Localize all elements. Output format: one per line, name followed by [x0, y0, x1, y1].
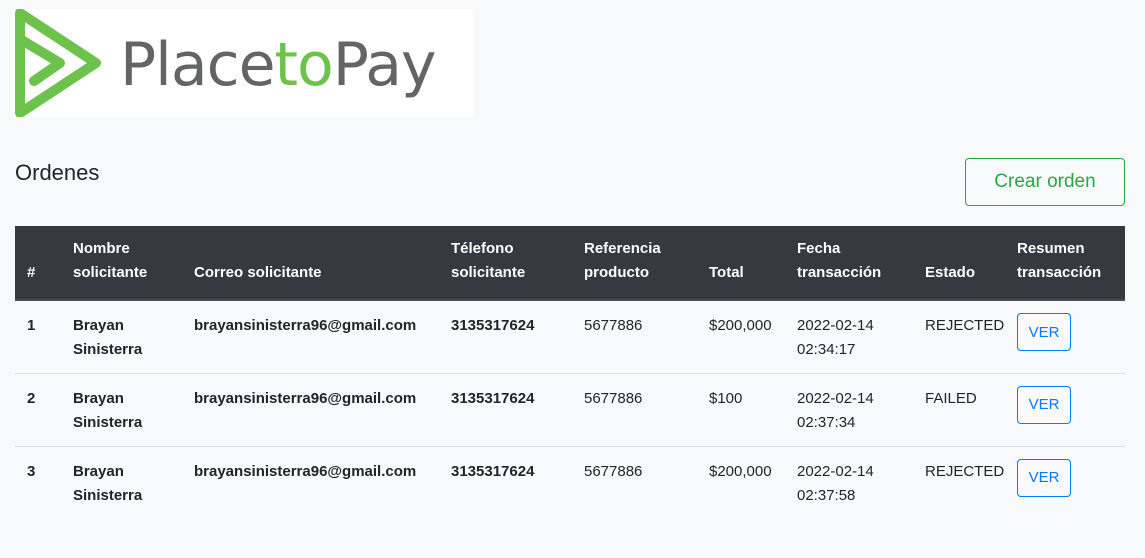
row-name: Brayan Sinisterra [73, 372, 194, 446]
row-action-cell: VER [1017, 445, 1125, 519]
header-reference: Referencia producto [584, 226, 709, 301]
header-total: Total [709, 226, 797, 301]
header-phone: Télefono solicitante [451, 226, 584, 301]
row-email: brayansinisterra96@gmail.com [194, 445, 451, 519]
table-body: 1 Brayan Sinisterra brayansinisterra96@gm… [15, 300, 1125, 519]
row-state: REJECTED [925, 445, 1017, 519]
row-date: 2022-02-14 02:37:34 [797, 372, 925, 446]
placetopay-logo: PlacetoPay [12, 9, 474, 117]
play-triangle-icon [15, 9, 101, 117]
row-date: 2022-02-14 02:34:17 [797, 317, 874, 358]
row-reference: 5677886 [584, 445, 709, 519]
row-phone: 3135317624 [451, 445, 584, 519]
header-name: Nombre solicitante [73, 226, 194, 301]
row-number: 2 [15, 372, 73, 446]
row-total: $200,000 [709, 317, 772, 334]
row-total: $200,000 [709, 445, 797, 519]
brand-place: Place [120, 30, 276, 100]
table-row: 3 Brayan Sinisterra brayansinisterra96@gm… [15, 445, 1125, 519]
row-phone: 3135317624 [451, 372, 584, 446]
row-state: FAILED [925, 372, 1017, 446]
header-summary: Resumen transacción [1017, 226, 1125, 301]
header-date: Fecha transacción [797, 226, 925, 301]
table-header: # Nombre solicitante Correo solicitante T… [15, 226, 1125, 301]
brand-wordmark: PlacetoPay [120, 35, 437, 95]
ver-button[interactable]: VER [1017, 313, 1071, 351]
row-number: 3 [15, 445, 73, 519]
header-state: Estado [925, 226, 1017, 301]
ver-button[interactable]: VER [1017, 385, 1071, 424]
orders-table: # Nombre solicitante Correo solicitante T… [15, 226, 1125, 519]
table-row: 2 Brayan Sinisterra brayansinisterra96@gm… [15, 372, 1125, 446]
row-email: brayansinisterra96@gmail.com [194, 317, 417, 334]
row-reference: 5677886 [584, 372, 709, 446]
table-row: 1 Brayan Sinisterra brayansinisterra96@gm… [15, 300, 1125, 373]
row-action-cell: VER [1017, 300, 1125, 373]
row-date: 2022-02-14 02:37:58 [797, 445, 925, 519]
page-title: Ordenes [15, 160, 100, 185]
row-number: 1 [27, 317, 36, 334]
ver-button[interactable]: VER [1017, 458, 1071, 497]
row-name: Brayan Sinisterra [73, 317, 143, 358]
row-reference: 5677886 [584, 317, 643, 334]
row-action-cell: VER [1017, 372, 1125, 446]
row-email: brayansinisterra96@gmail.com [194, 372, 451, 446]
header-row: # Nombre solicitante Correo solicitante T… [15, 226, 1125, 301]
header-number: # [15, 226, 73, 301]
header-email: Correo solicitante [194, 226, 451, 301]
brand-to: to [274, 30, 334, 100]
create-order-button[interactable]: Crear orden [965, 158, 1125, 206]
row-state: REJECTED [925, 317, 1005, 334]
row-phone: 3135317624 [451, 317, 535, 334]
row-total: $100 [709, 372, 797, 446]
row-name: Brayan Sinisterra [73, 445, 194, 519]
brand-pay: Pay [332, 30, 437, 100]
